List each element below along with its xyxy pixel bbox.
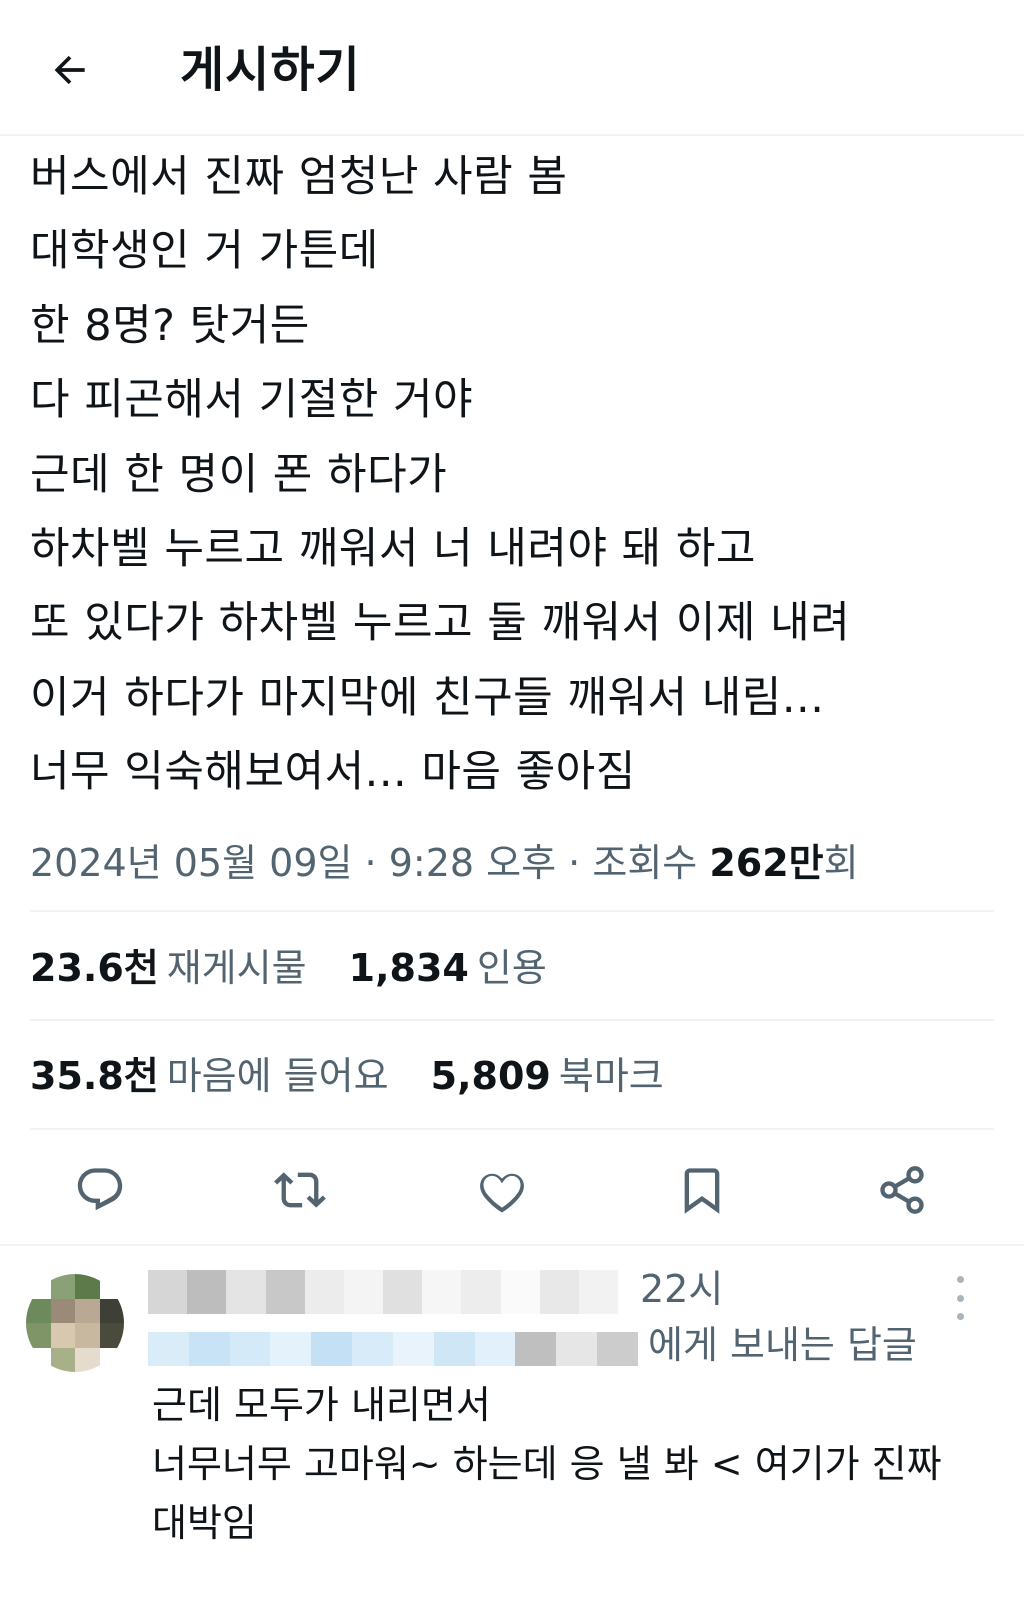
post-line: 하차벨 누르고 깨워서 너 내려야 돼 하고 <box>30 524 756 575</box>
likes-stat[interactable]: 35.8천 마음에 들어요 <box>30 1051 389 1101</box>
post-line: 근데 한 명이 폰 하다가 <box>30 449 448 500</box>
page-title: 게시하기 <box>180 42 361 98</box>
action-bar <box>0 1140 1024 1236</box>
reposts-count: 23.6천 <box>30 946 159 990</box>
post-line: 한 8명? 탓거든 <box>30 300 310 351</box>
blurred-username <box>148 1270 619 1314</box>
stats-row-reposts: 23.6천 재게시물 1,834 인용 <box>30 943 577 993</box>
reply-line: 너무너무 고마워~ 하는데 응 낼 봐 < 여기가 진짜 <box>152 1442 942 1486</box>
reply-item[interactable]: 22시 에게 보내는 답글 근데 모두가 내리면서 너무너무 고마워~ 하는데 … <box>0 1254 1024 1600</box>
reply-button[interactable] <box>70 1160 130 1220</box>
views-count: 262만 <box>709 841 824 885</box>
bookmarks-stat[interactable]: 5,809 북마크 <box>431 1051 664 1101</box>
meta-divider <box>30 910 994 912</box>
reposts-label: 재게시물 <box>166 946 307 990</box>
bookmark-button[interactable] <box>672 1160 732 1220</box>
tweet-detail-page: 게시하기 버스에서 진짜 엄청난 사람 봄 대학생인 거 가튼데 한 8명? 탓… <box>0 0 1024 1600</box>
post-line: 이거 하다가 마지막에 친구들 깨워서 내림... <box>30 672 825 723</box>
repost-button[interactable] <box>270 1160 330 1220</box>
likes-label: 마음에 들어요 <box>166 1054 389 1098</box>
reply-timestamp: 22시 <box>640 1267 724 1311</box>
bookmark-icon <box>684 1168 720 1214</box>
header: 게시하기 <box>0 0 1024 138</box>
blurred-handle <box>148 1332 638 1366</box>
quotes-label: 인용 <box>476 946 547 990</box>
share-icon <box>880 1166 924 1214</box>
post-line: 다 피곤해서 기절한 거야 <box>30 375 474 426</box>
post-line: 또 있다가 하차벨 누르고 둘 깨워서 이제 내려 <box>30 598 851 649</box>
reply-icon <box>77 1168 123 1211</box>
views-label: 조회수 <box>592 841 698 885</box>
reply-text: 근데 모두가 내리면서 너무너무 고마워~ 하는데 응 낼 봐 < 여기가 진짜… <box>152 1376 992 1553</box>
reply-to-label: 에게 보내는 답글 <box>648 1323 917 1367</box>
quotes-stat[interactable]: 1,834 인용 <box>349 943 547 993</box>
reply-line: 근데 모두가 내리면서 <box>152 1383 491 1427</box>
header-divider <box>0 134 1024 136</box>
post-line: 버스에서 진짜 엄청난 사람 봄 <box>30 152 568 202</box>
post-time: 9:28 오후 <box>388 841 557 885</box>
post-line: 너무 익숙해보여서... 마음 좋아짐 <box>30 747 636 798</box>
likes-count: 35.8천 <box>30 1054 159 1098</box>
bookmarks-label: 북마크 <box>558 1054 664 1098</box>
bookmarks-count: 5,809 <box>430 1054 551 1098</box>
dot-icon <box>956 1294 964 1302</box>
reposts-stat[interactable]: 23.6천 재게시물 <box>30 943 307 993</box>
arrow-left-icon <box>54 55 85 85</box>
repost-icon <box>274 1172 326 1208</box>
post-meta: 2024년 05월 09일 · 9:28 오후 · 조회수 262만회 <box>30 838 859 888</box>
quotes-count: 1,834 <box>348 946 469 990</box>
dot-icon <box>956 1313 964 1320</box>
share-button[interactable] <box>872 1160 932 1220</box>
stats-row-likes: 35.8천 마음에 들어요 5,809 북마크 <box>30 1051 694 1101</box>
views-unit: 회 <box>823 841 859 885</box>
post-line: 대학생인 거 가튼데 <box>30 226 379 277</box>
avatar[interactable] <box>26 1274 124 1372</box>
more-options-button[interactable] <box>948 1276 972 1320</box>
stats-divider <box>30 1128 994 1130</box>
like-button[interactable] <box>472 1160 532 1220</box>
meta-separator: · <box>364 841 377 885</box>
stats-divider <box>30 1019 994 1021</box>
actions-divider <box>0 1244 1024 1246</box>
back-button[interactable] <box>42 42 98 98</box>
heart-icon <box>480 1173 524 1213</box>
post-text: 버스에서 진짜 엄청난 사람 봄 대학생인 거 가튼데 한 8명? 탓거든 다 … <box>30 140 990 810</box>
dot-icon <box>956 1276 964 1283</box>
reply-line: 대박임 <box>152 1501 257 1545</box>
post-date: 2024년 05월 09일 <box>30 841 353 885</box>
meta-separator: · <box>568 841 581 885</box>
